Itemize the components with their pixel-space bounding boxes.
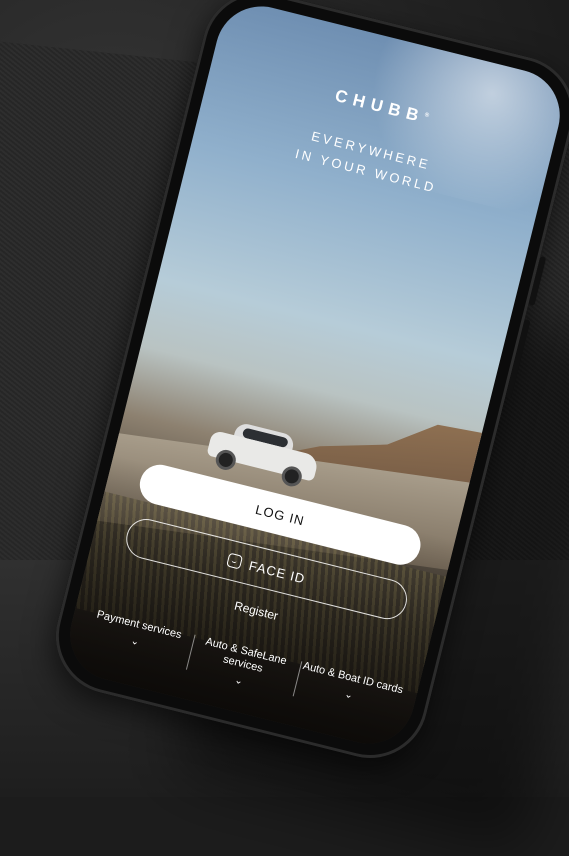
quick-link-auto-safelane-services[interactable]: Auto & SafeLane services ⌄ — [187, 633, 298, 700]
face-id-icon — [226, 552, 244, 570]
tagline: EVERYWHERE IN YOUR WORLD — [193, 98, 545, 224]
registered-mark: ® — [423, 112, 430, 120]
face-id-label: FACE ID — [247, 557, 308, 586]
quick-link-id-cards[interactable]: Auto & Boat ID cards ⌄ — [294, 660, 405, 727]
quick-link-payment-services[interactable]: Payment services ⌄ — [80, 607, 191, 674]
logo-text: CHUBB — [333, 85, 427, 127]
